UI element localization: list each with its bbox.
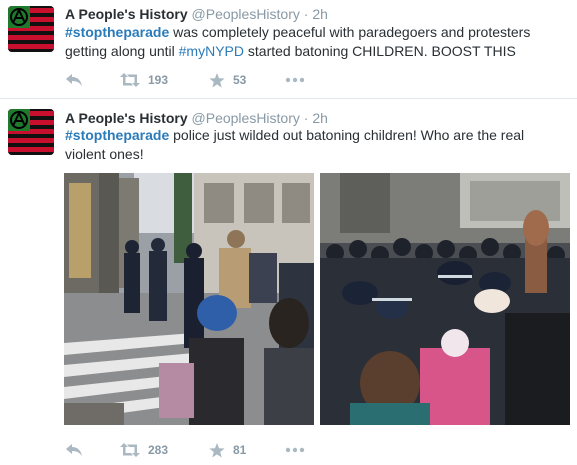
avatar[interactable] — [8, 109, 54, 155]
retweet-count: 283 — [148, 443, 169, 457]
more-button[interactable] — [285, 70, 305, 90]
favorite-count: 81 — [233, 443, 247, 457]
retweet-icon — [120, 73, 140, 87]
tweet-text: #stoptheparade police just wilded out ba… — [65, 126, 565, 164]
tweet-header: A People's History @PeoplesHistory · 2h — [65, 109, 328, 127]
favorite-count: 53 — [233, 73, 247, 87]
author-handle[interactable]: @PeoplesHistory — [192, 6, 300, 22]
favorite-star-icon — [209, 72, 225, 87]
tweet-header: A People's History @PeoplesHistory · 2h — [65, 5, 328, 23]
tweet[interactable]: A People's History @PeoplesHistory · 2h … — [0, 99, 577, 465]
favorite-button[interactable]: 53 — [209, 70, 246, 90]
reply-icon — [66, 444, 82, 456]
reply-icon — [66, 74, 82, 86]
retweet-button[interactable]: 283 — [120, 440, 168, 460]
favorite-button[interactable]: 81 — [209, 440, 246, 460]
hashtag-link[interactable]: #stoptheparade — [65, 127, 169, 143]
tweet-text: #stoptheparade was completely peaceful w… — [65, 23, 565, 61]
police-crowd-photo[interactable] — [320, 173, 570, 425]
reply-button[interactable] — [65, 70, 83, 90]
separator: · — [303, 110, 309, 126]
avatar[interactable] — [8, 6, 54, 52]
more-icon — [285, 447, 305, 453]
timestamp[interactable]: 2h — [312, 110, 328, 126]
retweet-count: 193 — [148, 73, 169, 87]
reply-button[interactable] — [65, 440, 83, 460]
timestamp[interactable]: 2h — [312, 6, 328, 22]
author-name[interactable]: A People's History — [65, 6, 188, 22]
tweet[interactable]: A People's History @PeoplesHistory · 2h … — [0, 0, 577, 99]
favorite-star-icon — [209, 442, 225, 457]
retweet-icon — [120, 443, 140, 457]
author-name[interactable]: A People's History — [65, 110, 188, 126]
hashtag-link[interactable]: #myNYPD — [179, 43, 244, 59]
more-icon — [285, 77, 305, 83]
author-handle[interactable]: @PeoplesHistory — [192, 110, 300, 126]
tweet-text-part: started batoning CHILDREN. BOOST THIS — [244, 43, 516, 59]
retweet-button[interactable]: 193 — [120, 70, 168, 90]
hashtag-link[interactable]: #stoptheparade — [65, 24, 169, 40]
separator: · — [303, 6, 309, 22]
street-protest-photo[interactable] — [64, 173, 314, 425]
more-button[interactable] — [285, 440, 305, 460]
